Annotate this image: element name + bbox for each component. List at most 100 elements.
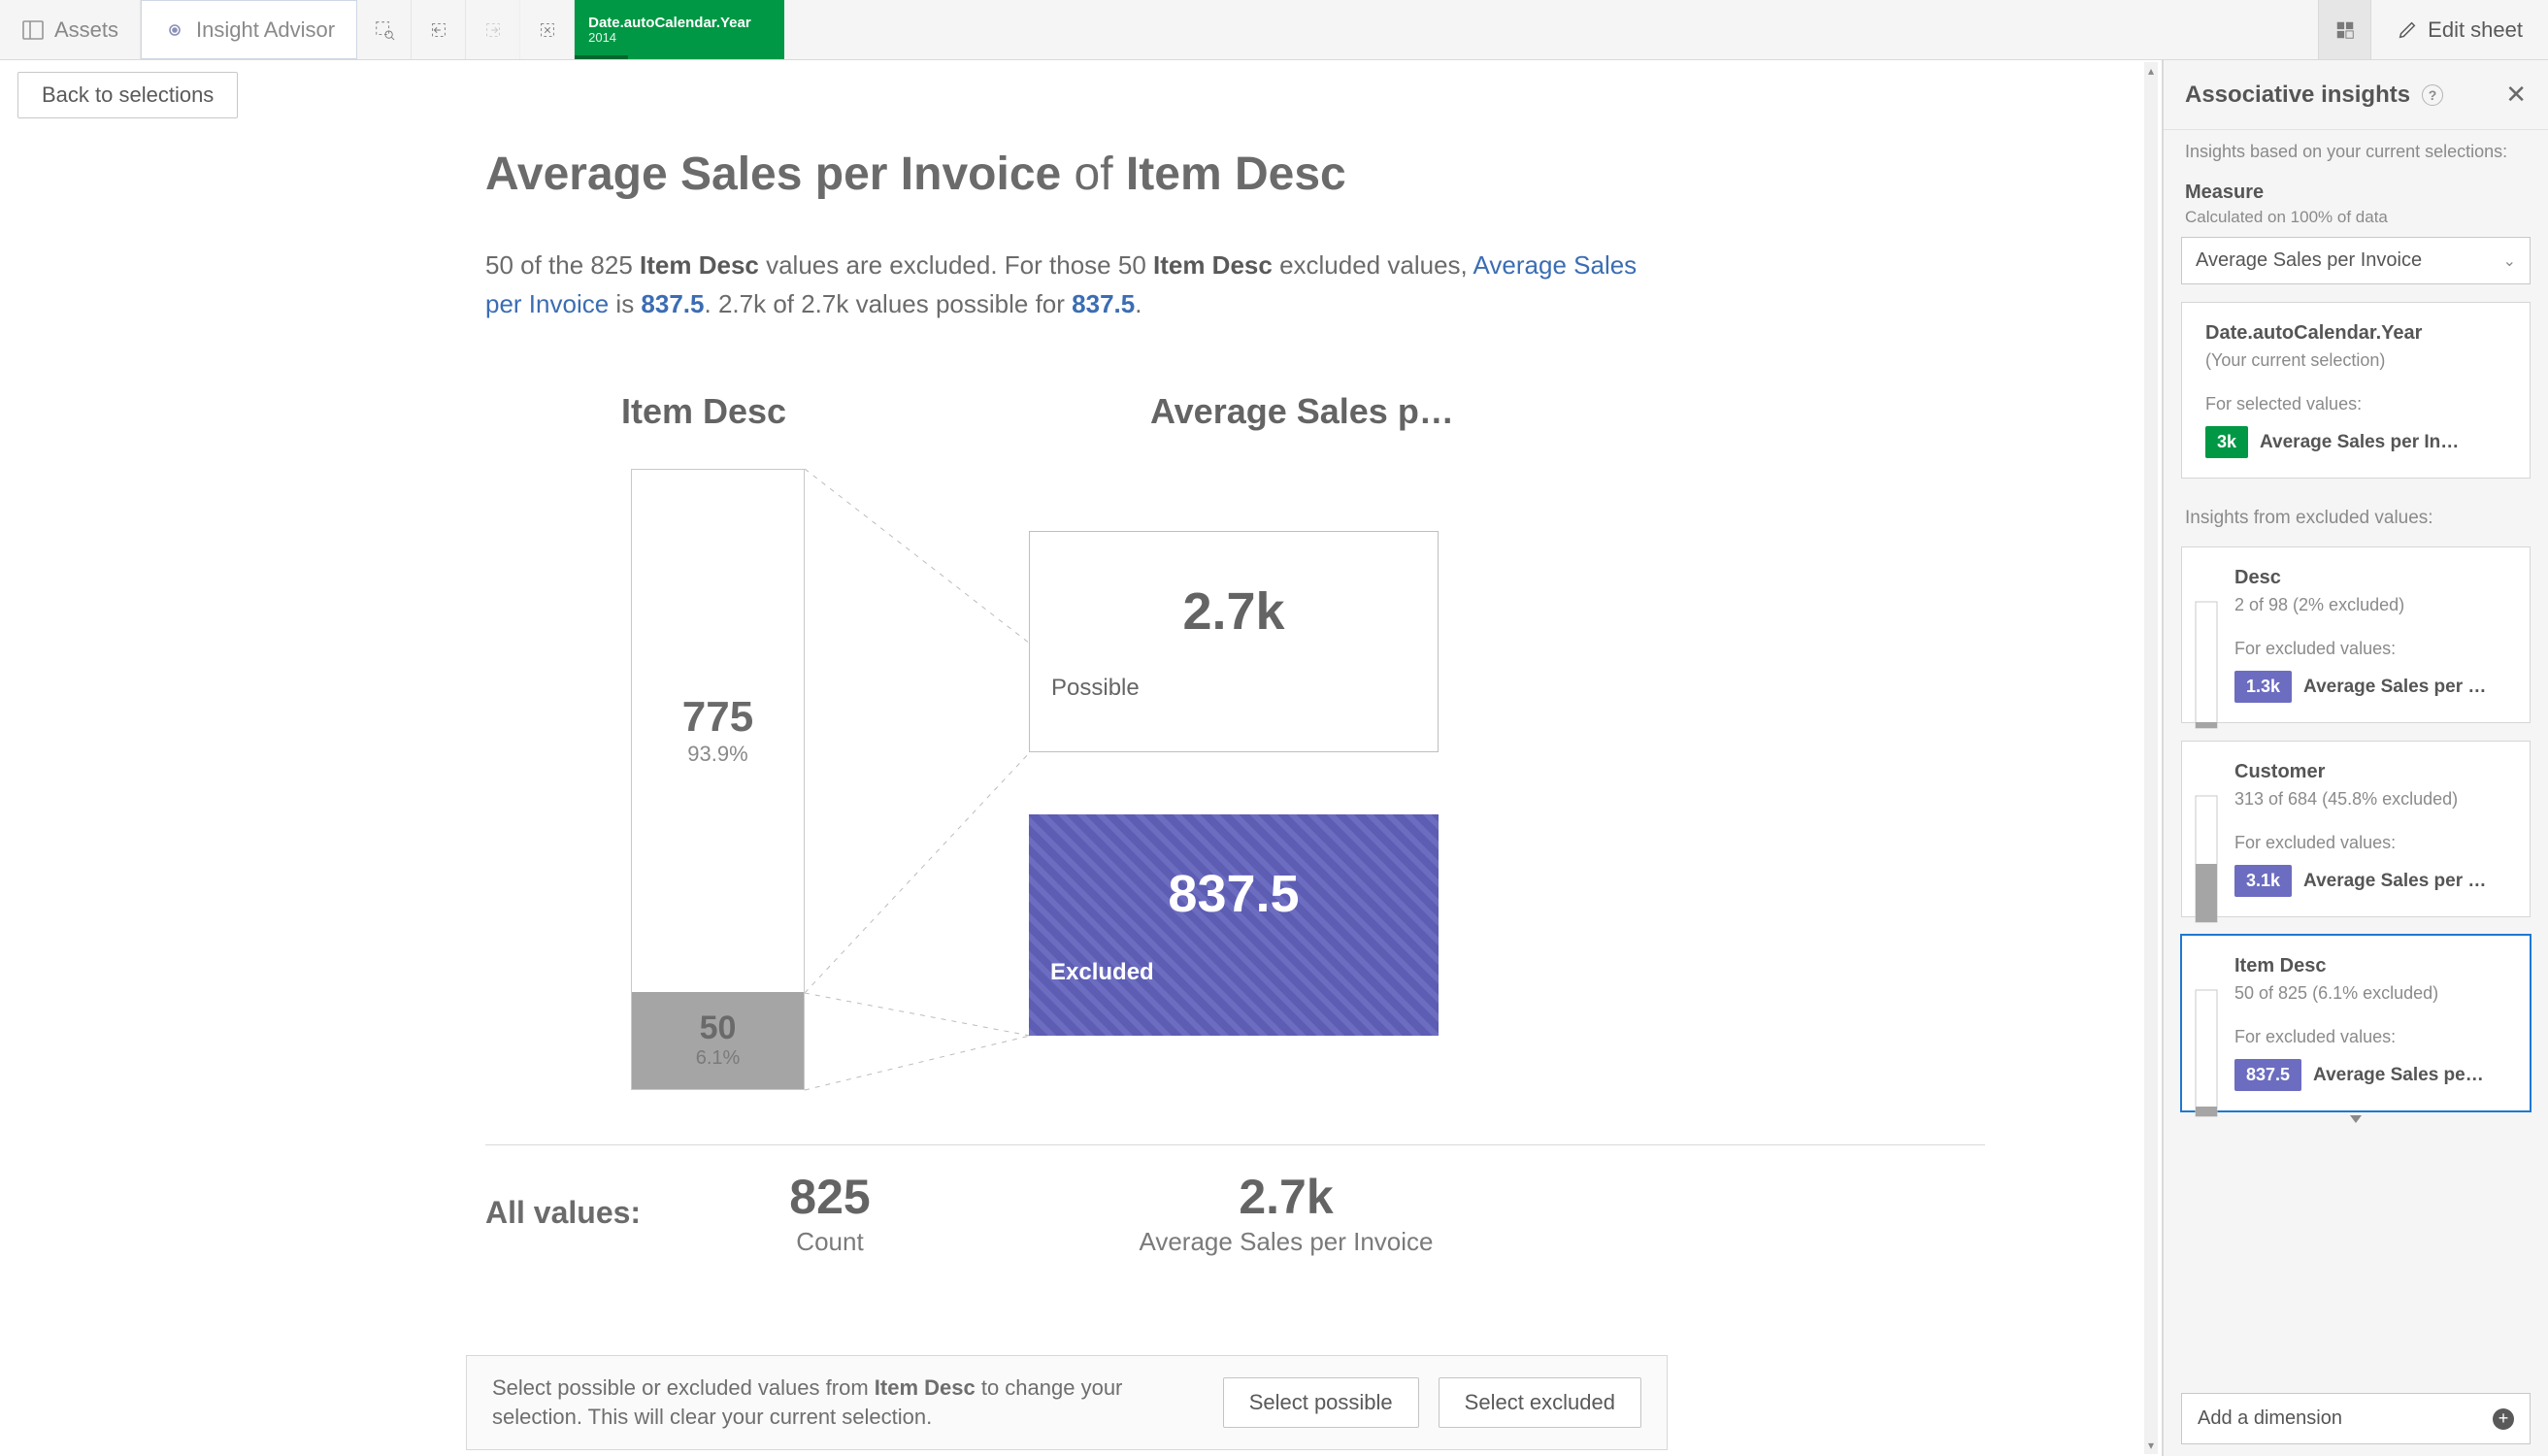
panel-title: Associative insights [2185, 82, 2410, 109]
scroll-up-icon[interactable]: ▴ [2144, 64, 2158, 78]
possible-segment[interactable]: 775 93.9% [632, 470, 804, 994]
insight-card-title: Item Desc [2234, 955, 2510, 977]
possible-measure-value: 2.7k [1051, 581, 1416, 642]
selection-chip[interactable]: Date.autoCalendar.Year 2014 [575, 0, 784, 59]
selection-footer: Select possible or excluded values from … [466, 1355, 1668, 1450]
insight-card-chip: 1.3k [2234, 671, 2292, 703]
smart-search-button[interactable] [357, 0, 412, 59]
page-title: Average Sales per Invoice of Item Desc [485, 148, 2024, 201]
current-selection-card[interactable]: Date.autoCalendar.Year (Your current sel… [2181, 302, 2531, 479]
excluded-count: 50 [632, 1009, 804, 1047]
excluded-insights-header: Insights from excluded values: [2185, 508, 2527, 529]
selection-card-chip: 3k [2205, 426, 2248, 458]
insight-card-metric: Average Sales per … [2303, 871, 2486, 892]
chart-dimension-header: Item Desc [621, 391, 786, 432]
insight-label: Insight Advisor [196, 17, 335, 43]
spark-icon [2190, 592, 2225, 747]
connector-line [805, 1036, 1030, 1094]
excluded-segment[interactable]: 50 6.1% [632, 992, 804, 1089]
selection-footer-text: Select possible or excluded values from … [492, 1373, 1204, 1432]
insight-advisor-button[interactable]: Insight Advisor [141, 0, 357, 59]
add-dimension-label: Add a dimension [2198, 1407, 2342, 1430]
insight-card-desc[interactable]: Desc 2 of 98 (2% excluded) For excluded … [2181, 546, 2531, 723]
selection-card-for: For selected values: [2205, 394, 2510, 414]
excluded-measure-box[interactable]: 837.5 Excluded [1029, 814, 1439, 1036]
selection-card-title: Date.autoCalendar.Year [2205, 322, 2510, 345]
spark-icon [2190, 980, 2225, 1136]
insight-card-sub: 50 of 825 (6.1% excluded) [2234, 983, 2510, 1004]
add-dimension-button[interactable]: Add a dimension + [2181, 1393, 2531, 1444]
back-to-selections-button[interactable]: Back to selections [17, 72, 238, 118]
step-back-button[interactable] [412, 0, 466, 59]
breakdown-chart: Item Desc Average Sales per I… 775 93.9%… [485, 391, 2024, 1139]
search-selection-icon [374, 19, 395, 41]
help-icon[interactable]: ? [2422, 84, 2443, 106]
connector-line [805, 469, 1030, 644]
insight-card-metric: Average Sales pe… [2313, 1065, 2484, 1086]
measure-section-sub: Calculated on 100% of data [2185, 208, 2527, 227]
insight-card-title: Customer [2234, 761, 2510, 783]
excluded-measure-value: 837.5 [1050, 864, 1417, 924]
measure-dropdown-value: Average Sales per Invoice [2196, 249, 2422, 272]
selection-card-metric: Average Sales per In… [2260, 432, 2459, 453]
step-forward-button[interactable] [466, 0, 520, 59]
scroll-down-icon[interactable]: ▾ [2144, 1439, 2158, 1452]
excluded-pct: 6.1% [632, 1047, 804, 1070]
all-values-row: All values: 825 Count 2.7k Average Sales… [485, 1169, 2024, 1257]
title-of: of [1075, 149, 1113, 200]
chevron-down-icon: ⌄ [2503, 251, 2516, 271]
measure-dropdown[interactable]: Average Sales per Invoice ⌄ [2181, 237, 2531, 284]
selection-chip-value: 2014 [588, 31, 771, 45]
all-values-measure: 2.7k [1014, 1169, 1558, 1225]
insight-card-item-desc[interactable]: Item Desc 50 of 825 (6.1% excluded) For … [2181, 935, 2531, 1111]
insight-card-sub: 313 of 684 (45.8% excluded) [2234, 789, 2510, 810]
possible-measure-box[interactable]: 2.7k Possible [1029, 531, 1439, 752]
title-dimension: Item Desc [1126, 149, 1346, 200]
divider [485, 1144, 1985, 1145]
insight-card-chip: 3.1k [2234, 865, 2292, 897]
insight-card-metric: Average Sales per … [2303, 677, 2486, 698]
assets-button[interactable]: Assets [0, 0, 141, 59]
pencil-icon [2397, 19, 2418, 41]
assets-label: Assets [54, 17, 118, 43]
selection-chip-field: Date.autoCalendar.Year [588, 16, 771, 31]
all-values-label: All values: [485, 1195, 704, 1231]
panel-note: Insights based on your current selection… [2185, 142, 2527, 162]
spark-icon [2190, 786, 2225, 942]
edit-sheet-label: Edit sheet [2428, 17, 2523, 43]
associative-insights-panel: Associative insights ? ✕ Insights based … [2163, 60, 2548, 1456]
all-values-count: 825 [704, 1169, 956, 1225]
explanation-text: 50 of the 825 Item Desc values are exclu… [485, 246, 1650, 323]
select-possible-button[interactable]: Select possible [1223, 1377, 1419, 1428]
dimension-bar: 775 93.9% 50 6.1% [631, 469, 805, 1090]
insight-card-for: For excluded values: [2234, 1027, 2510, 1047]
select-excluded-button[interactable]: Select excluded [1439, 1377, 1641, 1428]
edit-sheet-button[interactable]: Edit sheet [2370, 0, 2548, 59]
measure-section-title: Measure [2185, 182, 2527, 204]
selections-tool-icon [2334, 19, 2356, 41]
chart-measure-header: Average Sales per I… [1150, 391, 1471, 432]
insight-card-customer[interactable]: Customer 313 of 684 (45.8% excluded) For… [2181, 741, 2531, 917]
connector-line [805, 752, 1030, 993]
selections-tool-button[interactable] [2318, 0, 2370, 59]
plus-icon: + [2493, 1408, 2514, 1430]
clear-selections-icon [537, 19, 558, 41]
top-toolbar: Assets Insight Advisor Date.autoCalendar… [0, 0, 2548, 60]
scrollbar[interactable]: ▴ ▾ [2144, 62, 2158, 1454]
more-insights-indicator[interactable] [2350, 1115, 2362, 1123]
insight-card-title: Desc [2234, 567, 2510, 589]
possible-pct: 93.9% [632, 742, 804, 767]
all-values-count-label: Count [704, 1227, 956, 1257]
excluded-measure-label: Excluded [1050, 959, 1417, 986]
possible-count: 775 [632, 693, 804, 742]
clear-selections-button[interactable] [520, 0, 575, 59]
insight-card-for: For excluded values: [2234, 639, 2510, 659]
insight-card-chip: 837.5 [2234, 1059, 2301, 1091]
title-measure: Average Sales per Invoice [485, 149, 1061, 200]
step-back-icon [428, 19, 449, 41]
selection-card-sub: (Your current selection) [2205, 350, 2510, 371]
close-panel-button[interactable]: ✕ [2505, 80, 2527, 110]
panel-icon [21, 18, 45, 42]
possible-measure-label: Possible [1051, 675, 1416, 702]
insight-icon [163, 18, 186, 42]
